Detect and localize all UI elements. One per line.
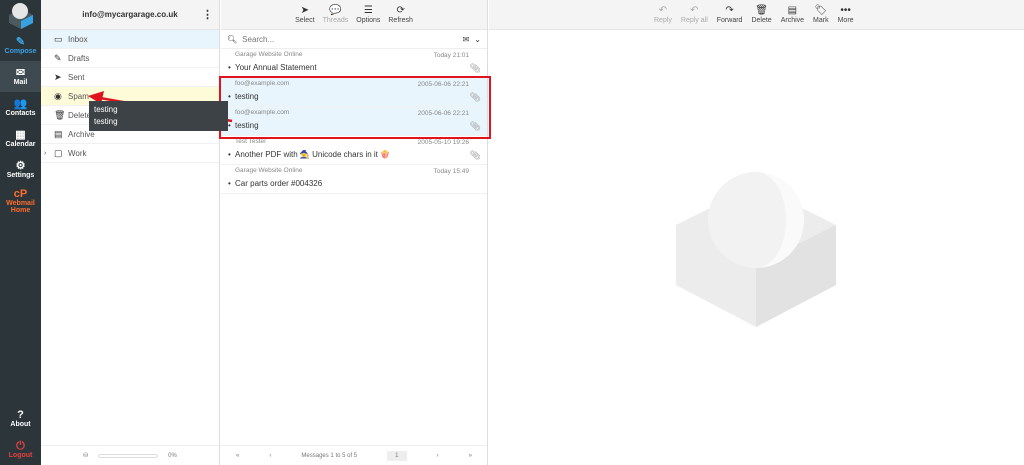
nav-logout[interactable]: ⏻ Logout	[0, 434, 41, 465]
archive-icon: ▤	[787, 5, 798, 16]
search-input[interactable]	[242, 34, 463, 44]
nav-label: Settings	[6, 172, 35, 179]
message-row[interactable]: Garage Website OnlineToday 15:49Car part…	[221, 165, 487, 194]
select-button[interactable]: ➤ Select	[295, 5, 314, 24]
delete-button[interactable]: 🗑 Delete	[751, 5, 771, 24]
archive-button[interactable]: ▤ Archive	[781, 5, 804, 24]
message-date: Today 15:49	[433, 168, 469, 175]
tooltip-line: testing	[94, 105, 118, 114]
message-row[interactable]: Test Tester2005-05-10 19:26Another PDF w…	[221, 136, 487, 165]
options-icon: ☰	[363, 5, 373, 16]
button-label: Forward	[716, 17, 743, 24]
message-subject: Your Annual Statement	[235, 63, 473, 72]
message-row[interactable]: Garage Website OnlineToday 21:01Your Ann…	[221, 49, 487, 78]
mark-icon: 🏷	[814, 5, 828, 16]
mark-button[interactable]: 🏷 Mark	[813, 5, 829, 24]
prev-page-button[interactable]: ‹	[269, 453, 271, 459]
drag-tooltip: testing testing	[89, 101, 228, 131]
cpanel-icon: cP	[13, 187, 28, 200]
message-subject: Another PDF with 🧙 Unicode chars in it 🍿	[235, 150, 473, 159]
attachment-icon: 📎︎	[469, 150, 481, 160]
threads-icon: 💬	[329, 5, 342, 16]
empty-preview-watermark	[676, 172, 836, 327]
button-label: Reply	[654, 17, 672, 24]
nav-webmail-home[interactable]: cP Webmail Home	[0, 185, 41, 216]
message-date: Today 21:01	[433, 52, 469, 59]
message-count: Messages 1 to 5 of 5	[301, 452, 358, 459]
envelope-icon[interactable]: ✉	[463, 35, 470, 44]
reply-all-button[interactable]: ↶ Reply all	[681, 5, 708, 24]
nav-label: About	[10, 421, 31, 428]
reply-icon: ↶	[658, 5, 668, 16]
folder-label: Work	[68, 148, 87, 158]
refresh-button[interactable]: ⟳ Refresh	[388, 5, 413, 24]
quota-bar	[98, 453, 159, 458]
nav-settings[interactable]: ⚙ Settings	[0, 154, 41, 185]
more-button[interactable]: ••• More	[838, 5, 854, 24]
nav-label: Calendar	[5, 141, 36, 148]
button-label: Archive	[780, 17, 805, 24]
reply-button[interactable]: ↶ Reply	[654, 5, 672, 24]
nav-label: Webmail Home	[6, 199, 35, 214]
nav-label: Logout	[8, 452, 33, 459]
refresh-icon: ⟳	[396, 5, 405, 16]
button-label: Threads	[322, 17, 349, 24]
selection-annotation-box	[219, 76, 491, 139]
options-button[interactable]: ☰ Options	[356, 5, 380, 24]
nav-about[interactable]: ? About	[0, 403, 41, 434]
button-label: More	[837, 17, 854, 24]
delete-icon: 🗑	[755, 5, 768, 16]
button-label: Refresh	[388, 17, 413, 24]
attachment-icon: 📎︎	[469, 63, 481, 73]
gear-icon: ⚙	[15, 160, 26, 172]
quota-text: 0%	[168, 452, 177, 459]
next-page-button[interactable]: ›	[437, 453, 439, 459]
first-page-button[interactable]: «	[236, 453, 239, 459]
button-label: Delete	[751, 17, 772, 24]
button-label: Mark	[813, 17, 829, 24]
preview-pane: ↶ Reply ↶ Reply all ↷ Forward 🗑 Delete ▤ Archive 🏷…	[489, 0, 1024, 465]
button-label: Select	[295, 17, 315, 24]
message-list-pane: ➤Select💬Threads☰Options⟳Refresh 🔍︎✉⌄ Gar…	[221, 0, 488, 465]
chevron-down-icon[interactable]: ⌄	[474, 35, 481, 44]
threads-button[interactable]: 💬 Threads	[323, 5, 349, 24]
forward-icon: ↷	[725, 5, 734, 16]
reply-all-icon: ↶	[690, 5, 699, 16]
folder-icon: ▢	[54, 147, 63, 158]
forward-button[interactable]: ↷ Forward	[717, 5, 743, 24]
message-date: 2005-05-10 19:26	[417, 139, 469, 146]
tooltip-line: testing	[94, 117, 118, 126]
button-label: Reply all	[680, 17, 708, 24]
button-label: Options	[356, 17, 381, 24]
quota-icon: ⛁	[83, 453, 89, 459]
select-icon: ➤	[300, 5, 310, 16]
power-icon: ⏻	[16, 440, 25, 452]
chevron-right-icon[interactable]: ›	[44, 150, 46, 157]
page-number-input[interactable]: 1	[387, 450, 407, 461]
folder-work[interactable]: › ▢ Work	[41, 144, 219, 163]
last-page-button[interactable]: »	[469, 453, 472, 459]
question-icon: ?	[17, 409, 24, 421]
more-icon: •••	[840, 5, 851, 16]
message-subject: Car parts order #004326	[235, 179, 473, 188]
